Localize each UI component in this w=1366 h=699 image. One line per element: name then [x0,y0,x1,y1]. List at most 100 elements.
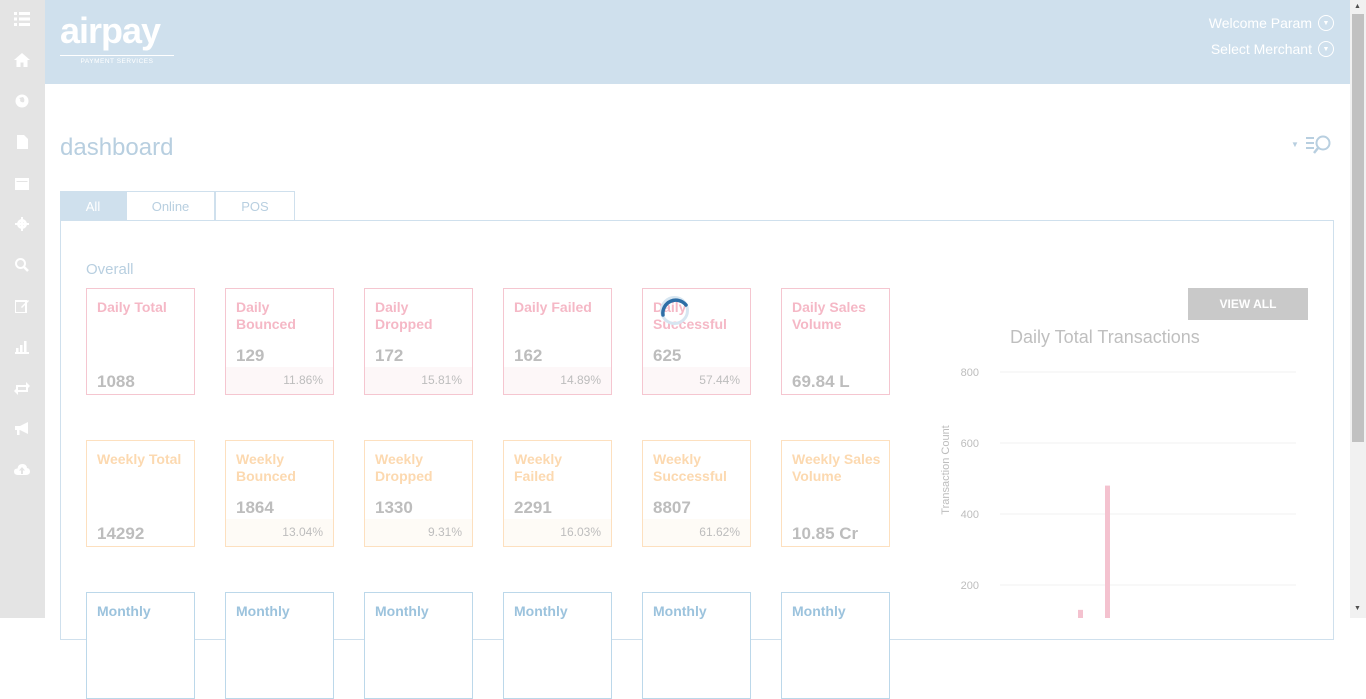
card-daily-sales-volume[interactable]: Daily Sales Volume 69.84 L [781,288,890,395]
sidebar [0,0,45,618]
scroll-thumb[interactable] [1352,14,1364,442]
calendar-icon[interactable] [13,174,31,192]
overall-heading: Overall [86,261,134,278]
card-weekly-successful[interactable]: Weekly Successful 8807 61.62% [642,440,751,547]
card-monthly[interactable]: Monthly [225,592,334,699]
megaphone-icon[interactable] [13,420,31,438]
y-tick-label: 400 [961,509,979,521]
upload-icon[interactable] [13,461,31,479]
y-tick-label: 600 [961,438,979,450]
loading-spinner-icon [659,295,690,326]
card-label: Daily Total [97,299,167,315]
card-label: Monthly [97,603,151,619]
chart-bar[interactable] [1078,609,1083,618]
bar-chart-icon[interactable] [13,338,31,356]
card-percent: 16.03% [560,525,601,539]
tab-pos[interactable]: POS [215,191,295,220]
card-percent: 13.04% [282,525,323,539]
chevron-down-icon: ▼ [1318,41,1334,57]
card-value: 162 [514,346,543,365]
y-tick-label: 200 [961,580,979,592]
scroll-up-icon[interactable]: ▲ [1354,3,1361,10]
card-monthly[interactable]: Monthly [86,592,195,699]
card-weekly-dropped[interactable]: Weekly Dropped 1330 9.31% [364,440,473,547]
logo[interactable]: airpay [60,10,161,52]
view-all-button[interactable]: VIEW ALL [1188,288,1308,320]
card-percent: 61.62% [699,525,740,539]
menu-icon[interactable] [13,10,31,28]
card-weekly-total[interactable]: Weekly Total 14292 [86,440,195,547]
card-label: Monthly [236,603,290,619]
edit-icon[interactable] [13,297,31,315]
card-daily-total[interactable]: Daily Total 1088 [86,288,195,395]
search-icon[interactable] [13,256,31,274]
card-label: Monthly [792,603,846,619]
card-label: Monthly [375,603,429,619]
select-merchant-dropdown[interactable]: Select Merchant ▼ [1211,41,1334,57]
logo-subtitle: PAYMENT SERVICES [60,55,174,65]
card-percent-row: 61.62% [643,519,750,546]
card-percent-row: 15.81% [365,367,472,394]
card-monthly[interactable]: Monthly [642,592,751,699]
card-percent-row: 13.04% [226,519,333,546]
welcome-user-dropdown[interactable]: Welcome Param ▼ [1209,15,1334,31]
card-label: Weekly Bounced [236,451,296,484]
card-percent: 11.86% [283,373,323,387]
filter-search-icon[interactable] [1306,134,1334,154]
chart-bar[interactable] [1105,485,1110,618]
card-value: 1864 [236,498,274,517]
card-value: 129 [236,346,265,365]
card-percent: 14.89% [560,373,601,387]
page-title: dashboard [60,134,174,161]
globe-icon[interactable] [13,92,31,110]
card-label: Weekly Failed [514,451,562,484]
card-percent-row: 9.31% [365,519,472,546]
refresh-icon[interactable] [13,379,31,397]
card-percent-row: 16.03% [504,519,611,546]
card-label: Daily Bounced [236,299,296,332]
vertical-scrollbar[interactable]: ▲ ▼ [1350,0,1366,618]
card-label: Daily Sales Volume [792,299,866,332]
card-value: 69.84 L [792,372,850,391]
welcome-label: Welcome Param [1208,15,1312,31]
scroll-down-icon[interactable]: ▼ [1354,605,1361,612]
card-label: Daily Dropped [375,299,433,332]
merchant-label: Select Merchant [1210,41,1312,57]
card-percent: 57.44% [699,373,740,387]
card-percent: 15.81% [421,373,462,387]
y-axis-label: Transaction Count [940,425,952,514]
document-icon[interactable] [13,133,31,151]
card-label: Weekly Successful [653,451,727,484]
home-icon[interactable] [13,51,31,69]
tab-online[interactable]: Online [126,191,215,220]
card-daily-failed[interactable]: Daily Failed 162 14.89% [503,288,612,395]
card-value: 2291 [514,498,552,517]
gear-icon[interactable] [13,215,31,233]
card-value: 625 [653,346,682,365]
card-daily-dropped[interactable]: Daily Dropped 172 15.81% [364,288,473,395]
card-label: Weekly Dropped [375,451,433,484]
filter-dropdown-icon[interactable]: ▼ [1291,140,1299,149]
card-weekly-sales-volume[interactable]: Weekly Sales Volume 10.85 Cr [781,440,890,547]
card-monthly[interactable]: Monthly [503,592,612,699]
card-percent-row: 11.86% [226,367,333,394]
chevron-down-icon: ▼ [1318,15,1334,31]
card-weekly-failed[interactable]: Weekly Failed 2291 16.03% [503,440,612,547]
card-value: 172 [375,346,404,365]
card-percent-row: 14.89% [504,367,611,394]
card-value: 14292 [97,524,145,543]
card-label: Weekly Total [97,451,182,467]
header: airpay PAYMENT SERVICES Welcome Param ▼ … [45,0,1350,84]
dashboard-tabs: All Online POS [60,191,295,220]
card-label: Monthly [653,603,707,619]
tab-all[interactable]: All [60,191,126,220]
card-daily-bounced[interactable]: Daily Bounced 129 11.86% [225,288,334,395]
card-weekly-bounced[interactable]: Weekly Bounced 1864 13.04% [225,440,334,547]
card-monthly[interactable]: Monthly [364,592,473,699]
chart-title: Daily Total Transactions [1010,327,1200,347]
card-monthly[interactable]: Monthly [781,592,890,699]
card-value: 10.85 Cr [792,524,859,543]
card-value: 1330 [375,498,413,517]
card-label: Daily Failed [514,299,592,315]
card-label: Monthly [514,603,568,619]
